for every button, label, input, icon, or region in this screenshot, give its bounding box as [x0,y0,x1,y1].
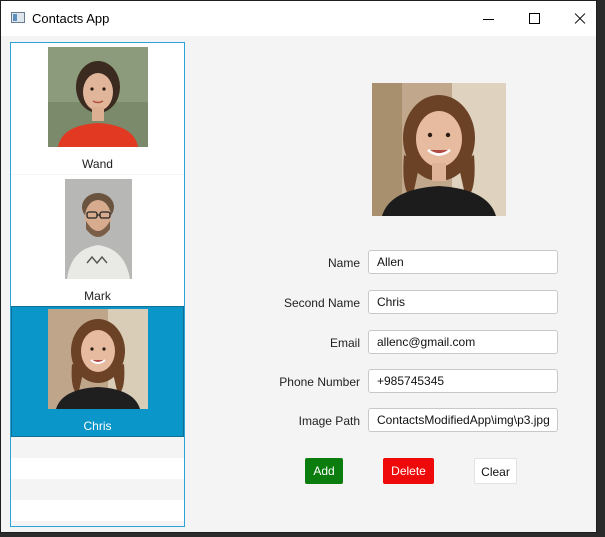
empty-row [11,437,184,458]
contact-avatar [48,47,148,147]
image-path-field[interactable]: ContactsModifiedApp\img\p3.jpg [368,408,558,432]
name-field[interactable]: Allen [368,250,558,274]
empty-row [11,458,184,479]
email-field[interactable]: allenc@gmail.com [368,330,558,354]
name-label: Name [327,256,360,270]
contact-name: Mark [84,289,111,303]
title-bar[interactable]: Contacts App [1,1,596,36]
contact-name: Wand [82,157,113,171]
contact-name: Chris [83,419,112,433]
contact-avatar [48,309,148,409]
profile-photo [372,83,506,216]
minimize-button[interactable] [465,1,511,36]
empty-row [11,479,184,500]
maximize-button[interactable] [511,1,557,36]
contacts-list[interactable]: Wand Mark Chris [10,42,185,527]
second-name-field[interactable]: Chris [368,290,558,314]
app-icon [11,12,25,23]
add-button[interactable]: Add [305,458,343,484]
clear-button[interactable]: Clear [474,458,517,484]
contact-item-wand[interactable]: Wand [11,43,184,174]
contact-item-mark[interactable]: Mark [11,175,184,306]
second-name-label: Second Name [283,296,360,310]
delete-button[interactable]: Delete [383,458,434,484]
empty-row [11,500,184,521]
contact-avatar [65,179,132,279]
contact-item-chris[interactable]: Chris [11,306,184,437]
phone-number-field[interactable]: +985745345 [368,369,558,393]
background-desktop [597,0,605,537]
window-title: Contacts App [32,11,110,26]
phone-number-label: Phone Number [279,375,360,389]
image-path-label: Image Path [298,414,360,428]
app-window: Contacts App Wand Mark Chris Name Allen … [0,0,597,533]
email-label: Email [329,336,360,350]
